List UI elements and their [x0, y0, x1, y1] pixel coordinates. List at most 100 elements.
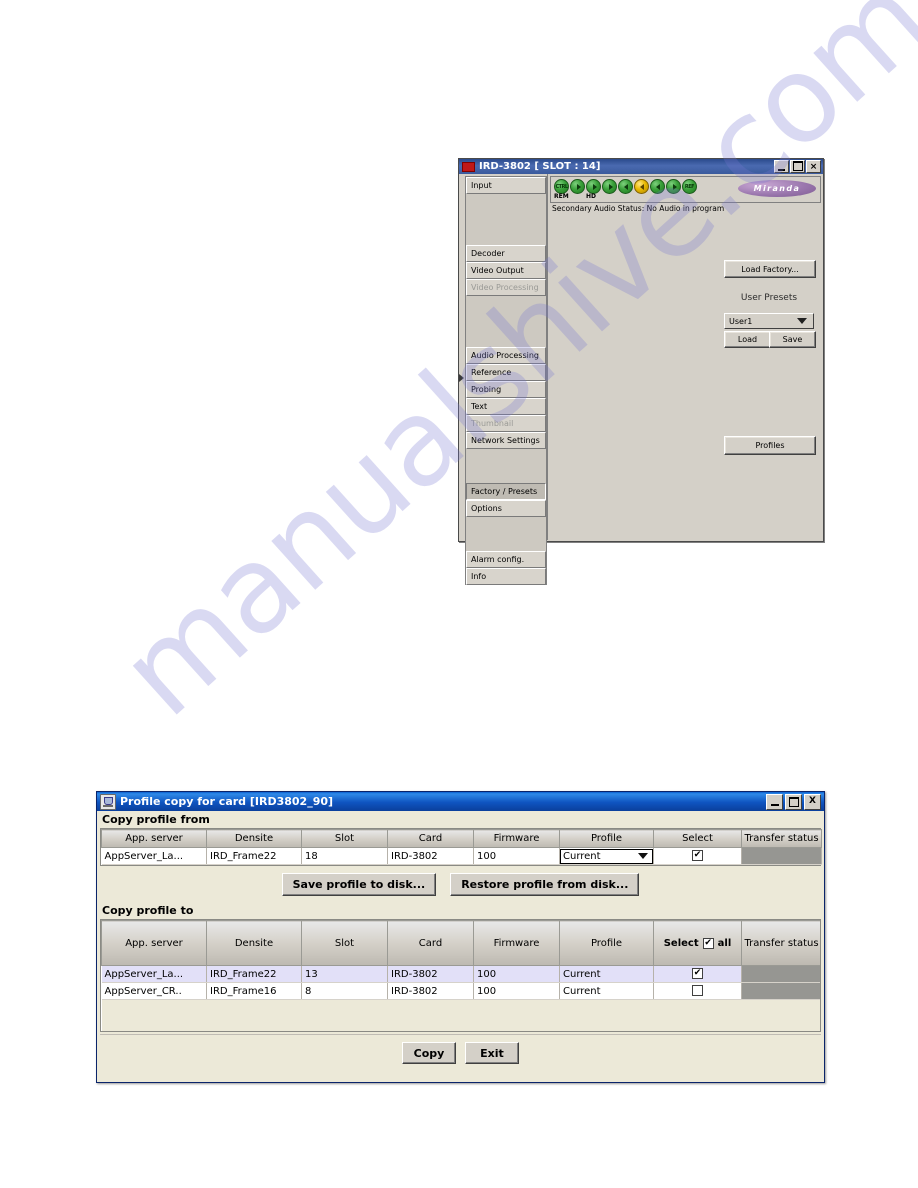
ctrl-led: CTRL	[554, 179, 569, 194]
copy-to-table: App. server Densite Slot Card Firmware P…	[101, 920, 820, 1031]
load-factory-button[interactable]: Load Factory...	[724, 260, 816, 278]
sidebar-item-decoder[interactable]: Decoder	[466, 245, 546, 262]
user-presets-label: User Presets	[740, 293, 798, 303]
table-row[interactable]: AppServer_La... IRD_Frame22 18 IRD-3802 …	[101, 847, 822, 865]
ird-window-title: IRD-3802 [ SLOT : 14]	[479, 161, 601, 172]
save-preset-button[interactable]: Save	[769, 331, 816, 348]
action-buttons-row: Copy Exit	[100, 1035, 821, 1064]
sidebar-item-input[interactable]: Input	[466, 177, 546, 194]
copy-from-table-wrapper: App. server Densite Slot Card Firmware P…	[100, 828, 822, 866]
table-header-row: App. server Densite Slot Card Firmware P…	[101, 920, 820, 966]
close-icon[interactable]: ×	[806, 160, 821, 173]
status-led-row: CTRL REF	[551, 177, 697, 194]
chevron-down-icon	[638, 853, 648, 859]
select-checkbox[interactable]	[692, 985, 703, 997]
red-led-icon	[462, 161, 475, 172]
cell-card: IRD-3802	[387, 965, 474, 983]
table-row[interactable]: AppServer_La... IRD_Frame22 13 IRD-3802 …	[101, 965, 820, 983]
menu-label: Thumbnail	[471, 419, 514, 428]
java-cup-icon	[100, 793, 116, 810]
load-preset-button[interactable]: Load	[724, 331, 771, 348]
profile-copy-title: Profile copy for card [IRD3802_90]	[120, 795, 334, 808]
led-label-hd: HD	[586, 193, 597, 200]
ird-window-titlebar[interactable]: IRD-3802 [ SLOT : 14] ×	[459, 159, 823, 174]
col-firmware: Firmware	[473, 920, 560, 966]
copy-button[interactable]: Copy	[402, 1042, 456, 1064]
col-select-all: Select all	[653, 920, 742, 966]
sidebar-collapse-arrow-icon[interactable]	[459, 374, 464, 382]
status-strip: CTRL REF REM HD Miranda	[550, 176, 821, 203]
cell-slot: 13	[301, 965, 388, 983]
cell-card: IRD-3802	[387, 847, 474, 865]
sidebar-spacer-4	[466, 296, 546, 313]
audio3-led	[650, 179, 665, 194]
select-all-header: Select all	[656, 937, 739, 949]
sidebar-item-text[interactable]: Text	[466, 398, 546, 415]
ird-menu-list: Input Decoder Video Output Video Process…	[465, 176, 547, 585]
user-preset-select[interactable]: User1	[724, 313, 814, 329]
close-icon[interactable]: X	[804, 793, 821, 810]
col-transfer-status: Transfer status	[741, 920, 820, 966]
profile-select[interactable]: Current	[560, 848, 653, 864]
cell-densite: IRD_Frame22	[206, 847, 302, 865]
cell-app-server: AppServer_La...	[101, 847, 207, 865]
sidebar-spacer-3	[466, 228, 546, 245]
copy-to-label: Copy profile to	[102, 904, 194, 917]
menu-label: Info	[471, 572, 487, 581]
col-firmware: Firmware	[473, 829, 560, 848]
audio1-led	[618, 179, 633, 194]
col-card: Card	[387, 920, 474, 966]
minimize-icon[interactable]	[774, 160, 789, 173]
restore-profile-from-disk-button[interactable]: Restore profile from disk...	[450, 873, 640, 896]
menu-label: Factory / Presets	[471, 487, 538, 496]
sidebar-spacer-5	[466, 313, 546, 330]
miranda-logo: Miranda	[738, 180, 816, 197]
table-header-row: App. server Densite Slot Card Firmware P…	[101, 829, 822, 848]
save-profile-to-disk-button[interactable]: Save profile to disk...	[281, 873, 437, 896]
select-all-checkbox[interactable]	[702, 937, 714, 949]
sidebar-item-network-settings[interactable]: Network Settings	[466, 432, 546, 449]
col-slot: Slot	[301, 829, 388, 848]
secondary-audio-status-text: Secondary Audio Status: No Audio in prog…	[552, 204, 725, 213]
cell-firmware: 100	[473, 965, 560, 983]
sidebar-item-info[interactable]: Info	[466, 568, 546, 585]
maximize-icon[interactable]	[790, 160, 805, 173]
led-label-rem: REM	[554, 193, 569, 200]
col-slot: Slot	[301, 920, 388, 966]
sidebar-item-audio-processing[interactable]: Audio Processing	[466, 347, 546, 364]
sidebar-item-alarm-config[interactable]: Alarm config.	[466, 551, 546, 568]
cell-slot: 8	[301, 982, 388, 1000]
sidebar-item-factory-presets[interactable]: Factory / Presets	[466, 483, 546, 500]
table-row[interactable]: AppServer_CR.. IRD_Frame16 8 IRD-3802 10…	[101, 982, 820, 1000]
cell-transfer-status	[741, 847, 822, 865]
select-all-label: all	[717, 937, 732, 949]
sidebar-item-probing[interactable]: Probing	[466, 381, 546, 398]
sidebar-item-video-output[interactable]: Video Output	[466, 262, 546, 279]
minimize-icon[interactable]	[766, 793, 783, 810]
profile-copy-titlebar[interactable]: Profile copy for card [IRD3802_90] X	[97, 792, 824, 811]
copy-to-table-wrapper: App. server Densite Slot Card Firmware P…	[100, 919, 821, 1032]
cell-card: IRD-3802	[387, 982, 474, 1000]
cell-transfer-status	[741, 965, 820, 983]
output-led	[666, 179, 681, 194]
cell-transfer-status	[741, 982, 820, 1000]
maximize-icon[interactable]	[785, 793, 802, 810]
cell-app-server: AppServer_La...	[101, 965, 207, 983]
profile-copy-window-controls: X	[766, 793, 824, 810]
ird-window-body: Input Decoder Video Output Video Process…	[459, 174, 823, 585]
select-checkbox[interactable]	[692, 968, 703, 980]
menu-label: Text	[471, 402, 488, 411]
col-select: Select	[653, 829, 742, 848]
sidebar-item-options[interactable]: Options	[466, 500, 546, 517]
col-transfer-status: Transfer status	[741, 829, 822, 848]
profile-value: Current	[563, 850, 601, 862]
cell-select	[653, 847, 742, 865]
sidebar-item-reference[interactable]: Reference	[466, 364, 546, 381]
exit-button[interactable]: Exit	[465, 1042, 519, 1064]
sidebar-spacer-1	[466, 194, 546, 211]
cell-slot: 18	[301, 847, 388, 865]
profiles-button[interactable]: Profiles	[724, 436, 816, 455]
menu-label: Video Processing	[471, 283, 539, 292]
select-checkbox[interactable]	[692, 850, 703, 862]
cell-select	[653, 982, 742, 1000]
